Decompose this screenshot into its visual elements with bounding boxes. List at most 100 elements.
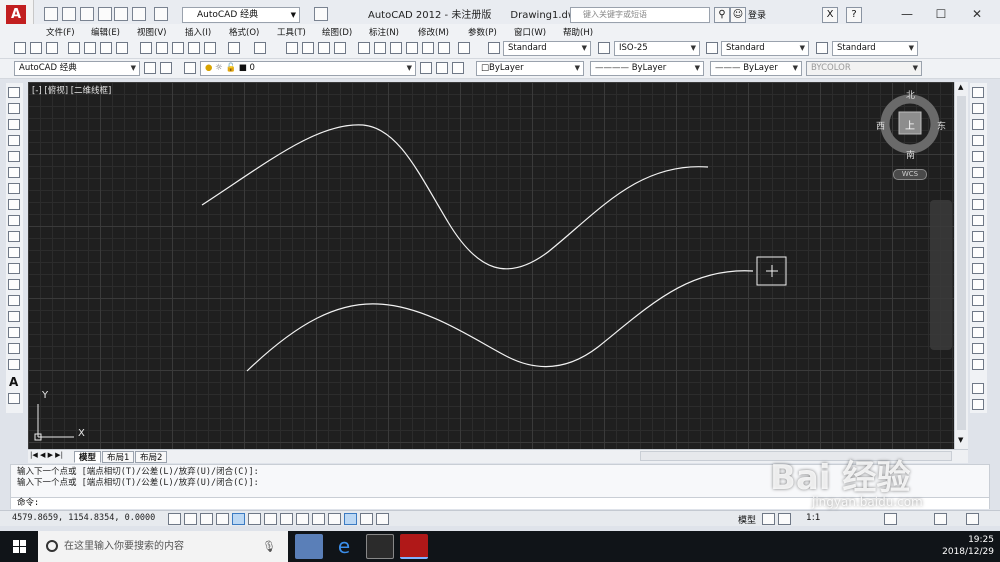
blend-curves-icon[interactable] (972, 343, 984, 354)
close-icon[interactable]: ✕ (966, 4, 988, 24)
join-icon[interactable] (972, 295, 984, 306)
grid-display-icon[interactable] (200, 513, 213, 525)
workspace-switching-icon[interactable] (884, 513, 897, 525)
mleader-style-icon[interactable] (816, 42, 828, 54)
redo-icon[interactable] (154, 7, 168, 21)
minimize-icon[interactable]: — (896, 4, 918, 24)
make-current-layer-icon[interactable] (420, 62, 432, 74)
quick-view-drawings-icon[interactable] (778, 513, 791, 525)
save-as-icon[interactable] (98, 7, 112, 21)
region-icon[interactable] (8, 343, 20, 354)
start-button[interactable] (0, 531, 42, 562)
line-icon[interactable] (8, 87, 20, 98)
dim-style-icon[interactable] (598, 42, 610, 54)
tool-palettes-icon[interactable] (390, 42, 402, 54)
layer-states-icon[interactable] (452, 62, 464, 74)
paint-app-icon[interactable] (295, 534, 323, 559)
multiline-text-icon[interactable]: A (9, 375, 18, 389)
viewcube-top-face[interactable]: 上 (905, 117, 915, 132)
compass-west[interactable]: 西 (876, 119, 885, 132)
menu-window[interactable]: 窗口(W) (514, 26, 546, 38)
undo-icon[interactable] (132, 7, 146, 21)
drawing-area[interactable]: [-] [俯视] [二维线框] Y X 北 南 东 西 上 WCS (28, 82, 954, 449)
exchange-icon[interactable]: X (822, 7, 838, 23)
selection-cycling-icon[interactable] (376, 513, 389, 525)
polygon-icon[interactable] (8, 135, 20, 146)
chevron-down-icon[interactable]: ▼ (958, 436, 963, 444)
circle-icon[interactable] (8, 183, 20, 194)
coordinates-readout[interactable]: 4579.8659, 1154.8354, 0.0000 (12, 513, 155, 523)
workspace-settings-icon[interactable] (144, 62, 156, 74)
menu-edit[interactable]: 编辑(E) (91, 26, 120, 38)
ellipse-arc-icon[interactable] (8, 247, 20, 258)
insert-block-icon[interactable] (8, 263, 20, 274)
undo-icon[interactable] (228, 42, 240, 54)
zoom-realtime-icon[interactable] (302, 42, 314, 54)
binoculars-icon[interactable]: ⚲ (714, 7, 730, 23)
dynamic-input-icon[interactable] (312, 513, 325, 525)
tab-nav-first-icon[interactable]: |◀ ◀ ▶ ▶| (30, 451, 63, 459)
arc-icon[interactable] (8, 167, 20, 178)
add-selected-icon[interactable] (8, 393, 20, 404)
zoom-window-icon[interactable] (318, 42, 330, 54)
workspace-settings-icon[interactable] (314, 7, 328, 21)
spline-curve-1[interactable] (201, 124, 709, 270)
3d-object-snap-icon[interactable] (264, 513, 277, 525)
offset-icon[interactable] (972, 135, 984, 146)
color-select[interactable]: □ByLayer ▼ (476, 61, 584, 76)
plot-icon[interactable] (114, 7, 128, 21)
maximize-icon[interactable]: ☐ (930, 4, 952, 24)
block-editor-icon[interactable] (204, 42, 216, 54)
array-icon[interactable] (972, 151, 984, 162)
vertical-scrollbar[interactable]: ▲ ▼ (954, 82, 968, 449)
open-icon[interactable] (62, 7, 76, 21)
break-at-point-icon[interactable] (972, 263, 984, 274)
polar-tracking-icon[interactable] (232, 513, 245, 525)
layer-previous-icon[interactable] (436, 62, 448, 74)
help-icon[interactable]: ? (846, 7, 862, 23)
menu-view[interactable]: 视图(V) (137, 26, 166, 38)
chevron-up-icon[interactable]: ▲ (958, 83, 963, 91)
wcs-menu[interactable]: WCS (893, 169, 927, 180)
design-center-icon[interactable] (374, 42, 386, 54)
move-icon[interactable] (972, 167, 984, 178)
3d-print-icon[interactable] (116, 42, 128, 54)
linetype-select[interactable]: ———— ByLayer ▼ (590, 61, 704, 76)
pan-icon[interactable] (286, 42, 298, 54)
scrollbar-thumb[interactable] (957, 96, 966, 430)
layer-properties-icon[interactable] (184, 62, 196, 74)
plot-preview-icon[interactable] (84, 42, 96, 54)
tab-model[interactable]: 模型 (74, 451, 102, 463)
chamfer-icon[interactable] (972, 311, 984, 322)
explode-icon[interactable] (972, 359, 984, 370)
mleader-style-select[interactable]: Standard ▼ (832, 41, 918, 56)
stretch-icon[interactable] (972, 215, 984, 226)
clean-screen-icon[interactable] (966, 513, 979, 525)
rectangle-icon[interactable] (8, 151, 20, 162)
copy-object-icon[interactable] (972, 103, 984, 114)
edge-browser-icon[interactable]: e (330, 534, 358, 559)
extend-icon[interactable] (972, 247, 984, 258)
save-icon[interactable] (46, 42, 58, 54)
lineweight-icon[interactable] (328, 513, 341, 525)
menu-draw[interactable]: 绘图(D) (322, 26, 352, 38)
compass-north[interactable]: 北 (906, 88, 915, 101)
point-icon[interactable] (8, 295, 20, 306)
microphone-icon[interactable]: 🎙 (262, 531, 276, 562)
user-icon[interactable]: ☺ (730, 7, 746, 23)
spline-icon[interactable] (8, 215, 20, 226)
paste-icon[interactable] (172, 42, 184, 54)
zoom-previous-icon[interactable] (334, 42, 346, 54)
open-icon[interactable] (30, 42, 42, 54)
erase-icon[interactable] (972, 87, 984, 98)
new-icon[interactable] (14, 42, 26, 54)
break-icon[interactable] (972, 279, 984, 290)
cut-icon[interactable] (140, 42, 152, 54)
compass-east[interactable]: 东 (937, 119, 946, 132)
login-button[interactable]: 登录 (748, 8, 766, 21)
tab-layout2[interactable]: 布局2 (135, 451, 168, 463)
bring-to-front-icon[interactable] (972, 399, 984, 410)
model-space-button[interactable]: 模型 (738, 513, 756, 526)
menu-tools[interactable]: 工具(T) (277, 26, 306, 38)
make-block-icon[interactable] (8, 279, 20, 290)
